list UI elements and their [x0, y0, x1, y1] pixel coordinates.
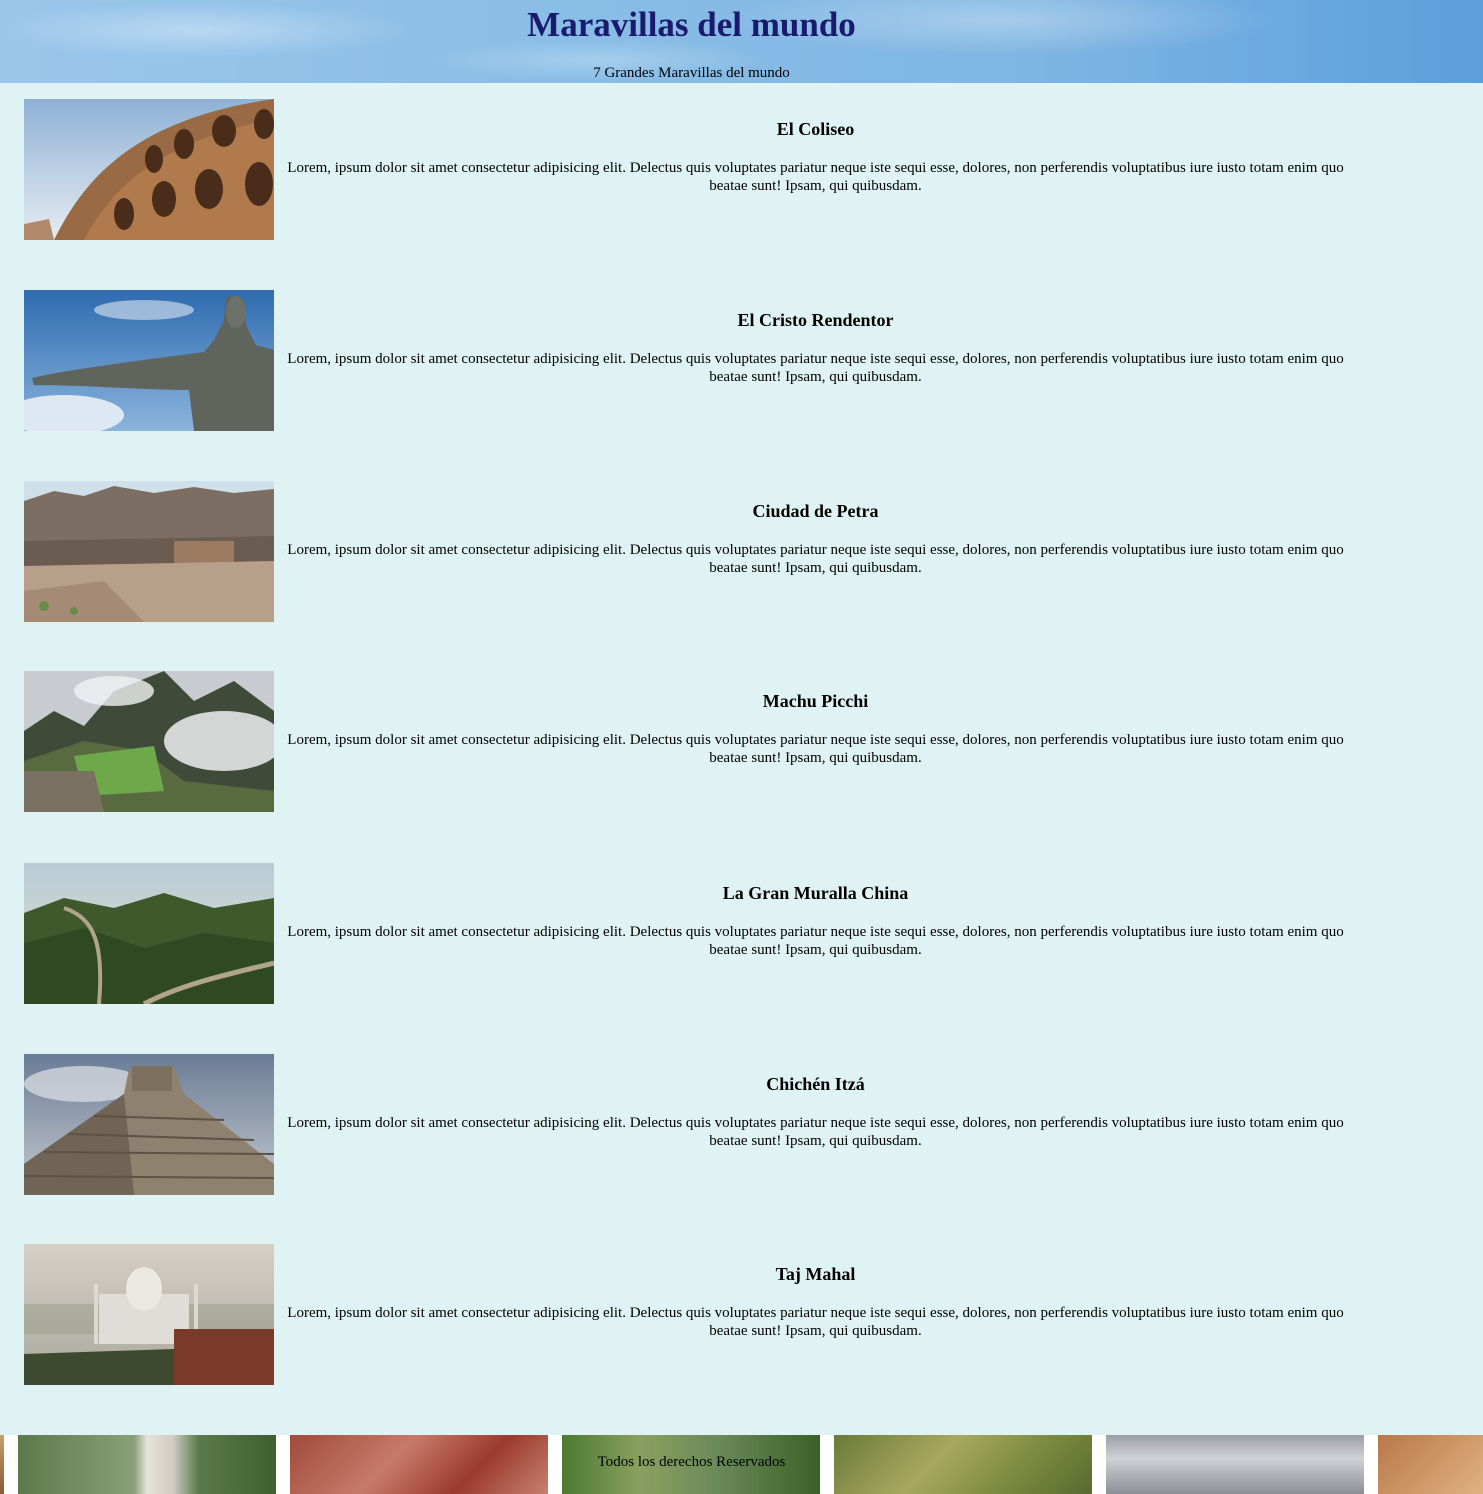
wonder-title: La Gran Muralla China — [722, 883, 909, 903]
taj-mahal-image — [24, 1244, 274, 1385]
wonder-description: Lorem, ipsum dolor sit amet consectetur … — [287, 1305, 1344, 1339]
petra-image — [24, 481, 274, 622]
wonder-description: Lorem, ipsum dolor sit amet consectetur … — [287, 351, 1344, 385]
page-header: Maravillas del mundo 7 Grandes Maravilla… — [0, 0, 1483, 83]
page-title: Maravillas del mundo — [527, 5, 856, 44]
gran-muralla-image — [24, 863, 274, 1004]
wonder-title: El Cristo Rendentor — [737, 310, 894, 330]
wonder-description: Lorem, ipsum dolor sit amet consectetur … — [287, 1115, 1344, 1149]
page-subtitle: 7 Grandes Maravillas del mundo — [593, 65, 790, 81]
copyright-text: Todos los derechos Reservados — [597, 1454, 786, 1470]
wonder-title: Taj Mahal — [775, 1264, 856, 1284]
wonder-item-petra: Ciudad de Petra Lorem, ipsum dolor sit a… — [24, 481, 1359, 622]
coliseo-image — [24, 99, 274, 240]
wonder-description: Lorem, ipsum dolor sit amet consectetur … — [287, 732, 1344, 766]
chichen-itza-image — [24, 1054, 274, 1195]
machu-picchu-image — [24, 671, 274, 812]
wonder-description: Lorem, ipsum dolor sit amet consectetur … — [287, 924, 1344, 958]
wonder-title: Ciudad de Petra — [752, 501, 879, 521]
wonder-item-cristo: El Cristo Rendentor Lorem, ipsum dolor s… — [24, 290, 1359, 431]
wonder-item-machu-picchu: Machu Picchi Lorem, ipsum dolor sit amet… — [24, 671, 1359, 812]
wonder-title: Chichén Itzá — [766, 1074, 865, 1094]
wonder-description: Lorem, ipsum dolor sit amet consectetur … — [287, 542, 1344, 576]
wonder-item-coliseo: El Coliseo Lorem, ipsum dolor sit amet c… — [24, 99, 1359, 240]
cristo-image — [24, 290, 274, 431]
wonder-title: Machu Picchi — [762, 691, 869, 711]
wonder-item-chichen-itza: Chichén Itzá Lorem, ipsum dolor sit amet… — [24, 1054, 1359, 1195]
footer-image-arch — [1378, 1435, 1483, 1494]
wonder-title: El Coliseo — [776, 119, 855, 139]
page-footer: Todos los derechos Reservados — [0, 1435, 1483, 1494]
wonder-item-taj-mahal: Taj Mahal Lorem, ipsum dolor sit amet co… — [24, 1244, 1359, 1385]
wonder-description: Lorem, ipsum dolor sit amet consectetur … — [287, 160, 1344, 194]
wonder-item-gran-muralla: La Gran Muralla China Lorem, ipsum dolor… — [24, 863, 1359, 1004]
